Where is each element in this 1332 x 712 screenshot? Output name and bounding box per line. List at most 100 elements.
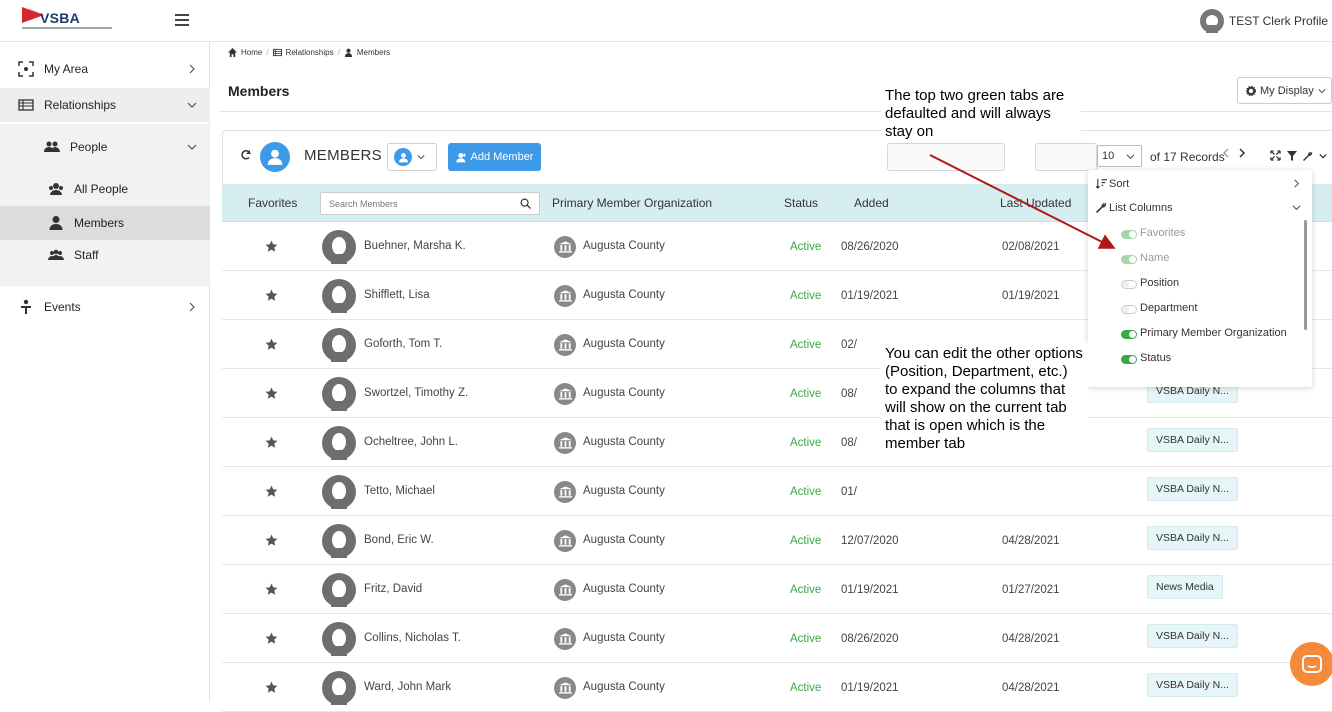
dropdown-scrollbar[interactable] bbox=[1304, 220, 1307, 330]
hamburger-menu-icon[interactable] bbox=[175, 14, 189, 26]
breadcrumb-relationships[interactable]: Relationships bbox=[286, 48, 334, 57]
toggle-switch[interactable] bbox=[1121, 305, 1137, 314]
member-name[interactable]: Ocheltree, John L. bbox=[364, 436, 458, 448]
expand-icon[interactable] bbox=[1270, 150, 1281, 161]
favorite-star-icon[interactable] bbox=[265, 681, 278, 694]
toggle-switch[interactable] bbox=[1121, 280, 1137, 289]
member-name[interactable]: Tetto, Michael bbox=[364, 485, 435, 497]
favorite-star-icon[interactable] bbox=[265, 485, 278, 498]
chevron-down-icon[interactable] bbox=[1319, 152, 1327, 160]
wrench-icon[interactable] bbox=[1303, 151, 1313, 161]
favorite-star-icon[interactable] bbox=[265, 534, 278, 547]
member-added-date: 08/26/2020 bbox=[841, 633, 899, 645]
member-organization: Augusta County bbox=[583, 436, 665, 448]
member-name[interactable]: Goforth, Tom T. bbox=[364, 338, 442, 350]
toggle-switch[interactable] bbox=[1121, 355, 1137, 364]
chevron-right-icon bbox=[189, 302, 195, 312]
chat-launcher-button[interactable] bbox=[1290, 642, 1332, 686]
avatar[interactable] bbox=[322, 426, 356, 460]
member-type-select[interactable] bbox=[387, 143, 437, 171]
column-header-favorites[interactable]: Favorites bbox=[248, 196, 297, 210]
list-columns-option[interactable]: List Columns bbox=[1088, 196, 1312, 220]
vsba-logo[interactable]: VSBA bbox=[22, 5, 122, 37]
member-name[interactable]: Shifflett, Lisa bbox=[364, 289, 430, 301]
sidebar-item-relationships[interactable]: Relationships bbox=[0, 88, 210, 122]
list-icon bbox=[272, 48, 282, 57]
member-updated-date: 01/19/2021 bbox=[1002, 290, 1060, 302]
favorite-star-icon[interactable] bbox=[265, 436, 278, 449]
sidebar-item-staff[interactable]: Staff bbox=[0, 238, 210, 272]
filter-icon[interactable] bbox=[1287, 150, 1297, 161]
date-range-filter[interactable] bbox=[887, 143, 1005, 171]
sidebar-item-members[interactable]: Members bbox=[0, 206, 210, 240]
avatar[interactable] bbox=[322, 671, 356, 705]
chevron-down-icon bbox=[1318, 88, 1326, 93]
column-toggle-position[interactable]: Position bbox=[1088, 272, 1312, 296]
member-name[interactable]: Collins, Nicholas T. bbox=[364, 632, 461, 644]
column-header-organization[interactable]: Primary Member Organization bbox=[552, 196, 712, 210]
next-page-icon[interactable] bbox=[1238, 148, 1246, 158]
sidebar: My Area Relationships People All People … bbox=[0, 42, 210, 701]
sort-option[interactable]: Sort bbox=[1088, 172, 1312, 196]
toggle-switch[interactable] bbox=[1121, 330, 1137, 339]
sidebar-item-events[interactable]: Events bbox=[0, 290, 210, 324]
column-toggle-status[interactable]: Status bbox=[1088, 347, 1312, 371]
table-row[interactable]: Ocheltree, John L. Augusta County Active 08… bbox=[222, 418, 1332, 467]
staff-icon bbox=[48, 249, 64, 260]
prev-page-icon[interactable] bbox=[1222, 148, 1230, 158]
avatar[interactable] bbox=[322, 230, 356, 264]
column-header-updated[interactable]: Last Updated bbox=[1000, 196, 1071, 210]
favorite-star-icon[interactable] bbox=[265, 583, 278, 596]
avatar[interactable] bbox=[322, 377, 356, 411]
chevron-down-icon bbox=[187, 102, 197, 108]
organization-icon bbox=[554, 579, 576, 601]
page-selector[interactable] bbox=[1035, 143, 1097, 171]
column-header-added[interactable]: Added bbox=[854, 196, 889, 210]
chevron-right-icon bbox=[189, 64, 195, 74]
favorite-star-icon[interactable] bbox=[265, 338, 278, 351]
avatar[interactable] bbox=[322, 279, 356, 313]
my-display-button[interactable]: My Display bbox=[1237, 77, 1332, 104]
page-size-select[interactable]: 10 bbox=[1097, 145, 1142, 167]
favorite-star-icon[interactable] bbox=[265, 289, 278, 302]
column-toggle-primary-member-organization[interactable]: Primary Member Organization bbox=[1088, 322, 1312, 346]
profile-menu[interactable]: TEST Clerk Profile bbox=[1199, 9, 1332, 33]
column-header-status[interactable]: Status bbox=[784, 196, 818, 210]
search-field[interactable] bbox=[320, 192, 540, 215]
member-name[interactable]: Buehner, Marsha K. bbox=[364, 240, 466, 252]
favorite-star-icon[interactable] bbox=[265, 387, 278, 400]
member-added-date: 01/19/2021 bbox=[841, 584, 899, 596]
breadcrumb-home[interactable]: Home bbox=[241, 48, 262, 57]
search-icon[interactable] bbox=[520, 198, 531, 209]
avatar[interactable] bbox=[322, 524, 356, 558]
member-name[interactable]: Fritz, David bbox=[364, 583, 422, 595]
table-row[interactable]: Tetto, Michael Augusta County Active 01/VSB… bbox=[222, 467, 1332, 516]
table-row[interactable]: Fritz, David Augusta County Active 01/19/20… bbox=[222, 565, 1332, 614]
sidebar-item-my-area[interactable]: My Area bbox=[0, 52, 210, 86]
member-name[interactable]: Ward, John Mark bbox=[364, 681, 451, 693]
avatar[interactable] bbox=[322, 622, 356, 656]
sidebar-item-all-people[interactable]: All People bbox=[0, 172, 210, 206]
avatar[interactable] bbox=[322, 328, 356, 362]
add-member-button[interactable]: Add Member bbox=[448, 143, 541, 171]
organization-icon bbox=[554, 432, 576, 454]
logo-tagline bbox=[22, 27, 112, 29]
table-row[interactable]: Bond, Eric W. Augusta County Active 12/07/2… bbox=[222, 516, 1332, 565]
table-row[interactable]: Ward, John Mark Augusta County Active 01/19… bbox=[222, 663, 1332, 712]
member-name[interactable]: Bond, Eric W. bbox=[364, 534, 434, 546]
sidebar-item-people[interactable]: People bbox=[0, 130, 210, 164]
toggle-switch bbox=[1121, 230, 1137, 239]
favorite-star-icon[interactable] bbox=[265, 240, 278, 253]
organization-icon bbox=[554, 236, 576, 258]
avatar[interactable] bbox=[322, 475, 356, 509]
chevron-down-icon bbox=[417, 155, 425, 160]
member-added-date: 08/ bbox=[841, 388, 857, 400]
table-row[interactable]: Collins, Nicholas T. Augusta County Active… bbox=[222, 614, 1332, 663]
organization-icon bbox=[554, 530, 576, 552]
refresh-icon[interactable] bbox=[240, 149, 252, 161]
favorite-star-icon[interactable] bbox=[265, 632, 278, 645]
search-input[interactable] bbox=[321, 193, 511, 214]
column-toggle-department[interactable]: Department bbox=[1088, 297, 1312, 321]
avatar[interactable] bbox=[322, 573, 356, 607]
member-name[interactable]: Swortzel, Timothy Z. bbox=[364, 387, 468, 399]
